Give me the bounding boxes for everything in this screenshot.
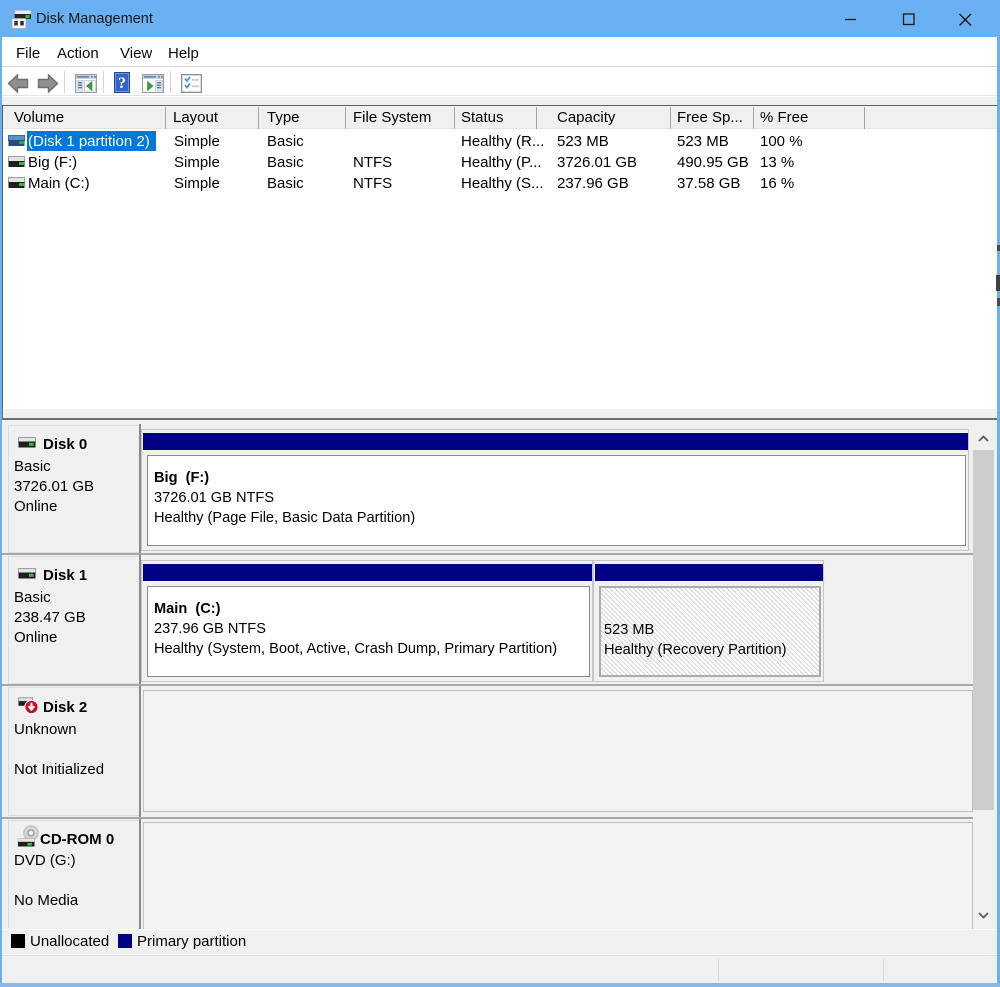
svg-text:?: ? [118, 75, 126, 92]
